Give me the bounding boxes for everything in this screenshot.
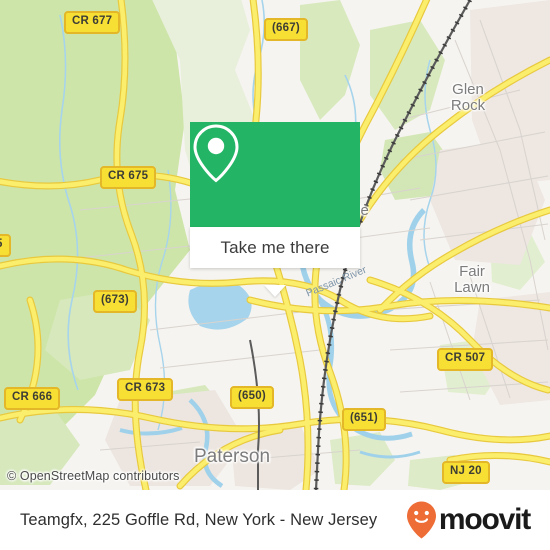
road-shield-cr-673[interactable]: CR 673 xyxy=(117,378,174,401)
map-canvas[interactable]: Passaic River Glen Rock Fair Lawn Paters… xyxy=(0,0,550,490)
moovit-pin-smiley-icon xyxy=(406,501,436,539)
moovit-map-screenshot: Passaic River Glen Rock Fair Lawn Paters… xyxy=(0,0,550,550)
road-shield-651[interactable]: (651) xyxy=(342,408,386,431)
footer-location-title: Teamgfx, 225 Goffle Rd, New York - New J… xyxy=(20,510,378,529)
road-shield-cr-507[interactable]: CR 507 xyxy=(437,348,494,371)
road-shield-5-clipped[interactable]: 5 xyxy=(0,234,11,257)
place-label-glen-rock: Glen Rock xyxy=(450,81,486,114)
place-label-paterson: Paterson xyxy=(193,446,271,467)
road-shield-cr-675[interactable]: CR 675 xyxy=(100,166,157,189)
callout-label: Take me there xyxy=(220,237,330,257)
road-shield-667[interactable]: (667) xyxy=(264,18,308,41)
callout-action-bar[interactable]: Take me there xyxy=(190,227,360,268)
callout-image-area xyxy=(190,122,360,227)
osm-attribution[interactable]: © OpenStreetMap contributors xyxy=(7,469,180,483)
moovit-wordmark: moovit xyxy=(438,503,531,536)
moovit-brand[interactable]: moovit xyxy=(405,500,531,540)
road-shield-673-paren[interactable]: (673) xyxy=(93,290,137,313)
place-label-fair-lawn: Fair Lawn xyxy=(454,263,490,296)
road-shield-650[interactable]: (650) xyxy=(230,386,274,409)
take-me-there-callout[interactable]: Take me there xyxy=(190,122,360,297)
road-shield-nj-20[interactable]: NJ 20 xyxy=(442,461,490,484)
footer-bar: Teamgfx, 225 Goffle Rd, New York - New J… xyxy=(0,490,550,550)
road-shield-cr-666[interactable]: CR 666 xyxy=(4,387,61,410)
road-shield-cr-677[interactable]: CR 677 xyxy=(64,11,121,34)
callout-pointer xyxy=(264,285,286,297)
location-pin-icon xyxy=(193,124,239,183)
